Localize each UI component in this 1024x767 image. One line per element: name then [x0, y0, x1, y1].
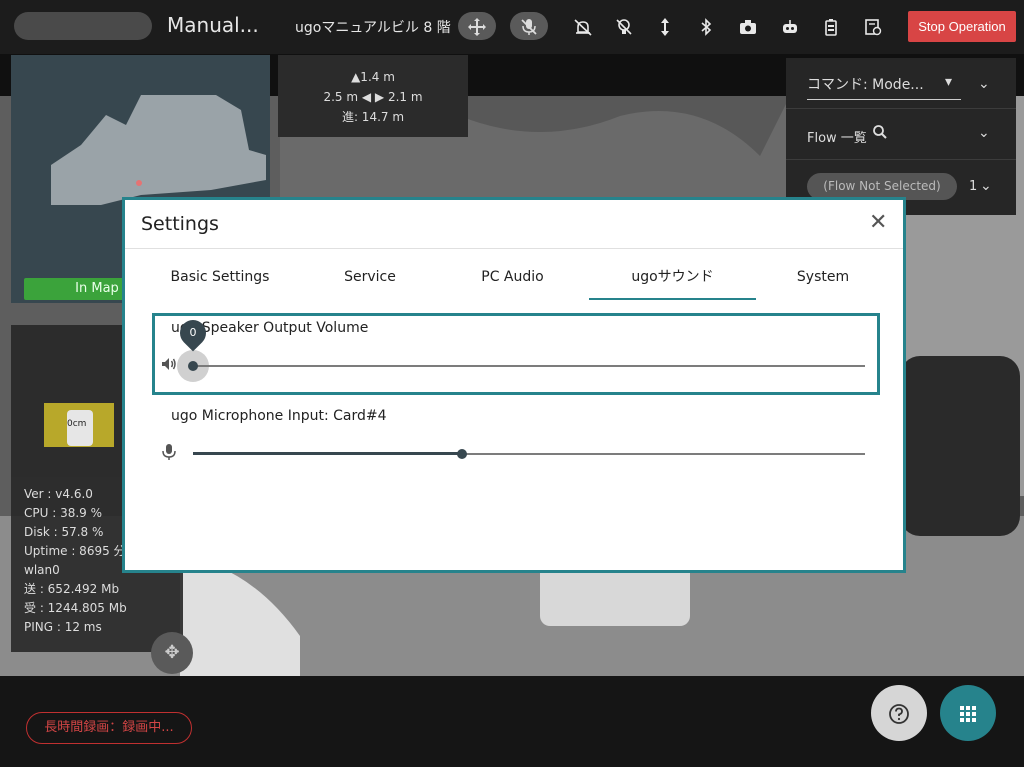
map-settings-icon[interactable] [860, 12, 886, 40]
robot-name: ugoマニュアルビル 8 階 [295, 20, 451, 36]
robot-icon[interactable] [777, 12, 803, 40]
stat-ping: PING : 12 ms [24, 620, 102, 634]
speaker-volume-thumb[interactable] [188, 361, 198, 371]
chevron-down-icon[interactable]: ⌄ [980, 178, 992, 194]
command-panel: コマンド: Mode... ▾ ⌄ Flow 一覧 ⌄ (Flow Not Se… [786, 58, 1016, 215]
volume-icon [160, 355, 178, 377]
speaker-volume-value: 0 [189, 326, 197, 339]
apps-grid-icon[interactable] [940, 685, 996, 741]
stat-received: 受 : 1244.805 Mb [24, 601, 127, 615]
battery-icon[interactable] [818, 12, 844, 40]
flow-status-chip[interactable]: (Flow Not Selected) [807, 173, 957, 200]
tab-basic-settings[interactable]: Basic Settings [155, 262, 285, 300]
distance-readout: ▲1.4 m 2.5 m ◀ ▶ 2.1 m 進: 14.7 m [278, 55, 468, 137]
vertical-arrows-icon[interactable] [652, 12, 678, 40]
stat-sent: 送 : 652.492 Mb [24, 582, 120, 596]
mode-title: Manual... [167, 13, 259, 37]
stop-operation-button[interactable]: Stop Operation [908, 11, 1016, 42]
move-control-icon[interactable]: ✥ [151, 632, 193, 674]
move-arrows-icon[interactable] [458, 12, 496, 40]
recording-badge[interactable]: 長時間録画：録画中... [26, 712, 192, 744]
command-select[interactable]: コマンド: Mode... ▾ [807, 74, 961, 100]
flow-list-row[interactable]: Flow 一覧 ⌄ [786, 108, 1016, 160]
tab-ugo-sound[interactable]: ugoサウンド [589, 262, 756, 300]
close-icon[interactable]: ✕ [869, 212, 887, 234]
distance-sides: 2.5 m ◀ ▶ 2.1 m [323, 90, 423, 104]
microphone-input-fill [193, 452, 462, 455]
tab-system[interactable]: System [773, 262, 873, 300]
settings-dialog: Settings ✕ Basic Settings Service PC Aud… [122, 197, 906, 573]
flow-count: 1 [969, 179, 978, 194]
light-off-icon[interactable] [611, 12, 637, 40]
microphone-input-thumb[interactable] [456, 449, 467, 459]
speaker-volume-track[interactable] [193, 365, 865, 367]
search-icon[interactable] [872, 124, 888, 144]
camera-icon[interactable] [735, 12, 761, 40]
microphone-icon [160, 443, 178, 465]
chevron-down-icon[interactable]: ⌄ [978, 76, 990, 92]
tab-pc-audio[interactable]: PC Audio [455, 262, 570, 300]
bluetooth-icon[interactable] [693, 12, 719, 40]
robot-selector[interactable] [14, 12, 152, 40]
mic-off-icon[interactable] [510, 12, 548, 40]
distance-up: ▲1.4 m [351, 70, 395, 84]
flow-list-label: Flow 一覧 [807, 131, 867, 146]
help-icon[interactable] [871, 685, 927, 741]
microphone-input-label: ugo Microphone Input: Card#4 [171, 408, 387, 424]
dropdown-arrow-icon: ▾ [945, 74, 953, 90]
command-select-label: コマンド: Mode... [807, 77, 924, 93]
dialog-header: Settings ✕ [125, 200, 903, 249]
dialog-title: Settings [141, 213, 219, 235]
top-bar: Manual... ugoマニュアルビル 8 階 Stop Operation [0, 0, 1024, 54]
tab-service[interactable]: Service [310, 262, 430, 300]
distance-forward: 進: 14.7 m [341, 110, 405, 124]
chevron-down-icon[interactable]: ⌄ [978, 125, 990, 141]
alarm-off-icon[interactable] [570, 12, 596, 40]
mini-map-distance: 0cm [67, 419, 87, 429]
